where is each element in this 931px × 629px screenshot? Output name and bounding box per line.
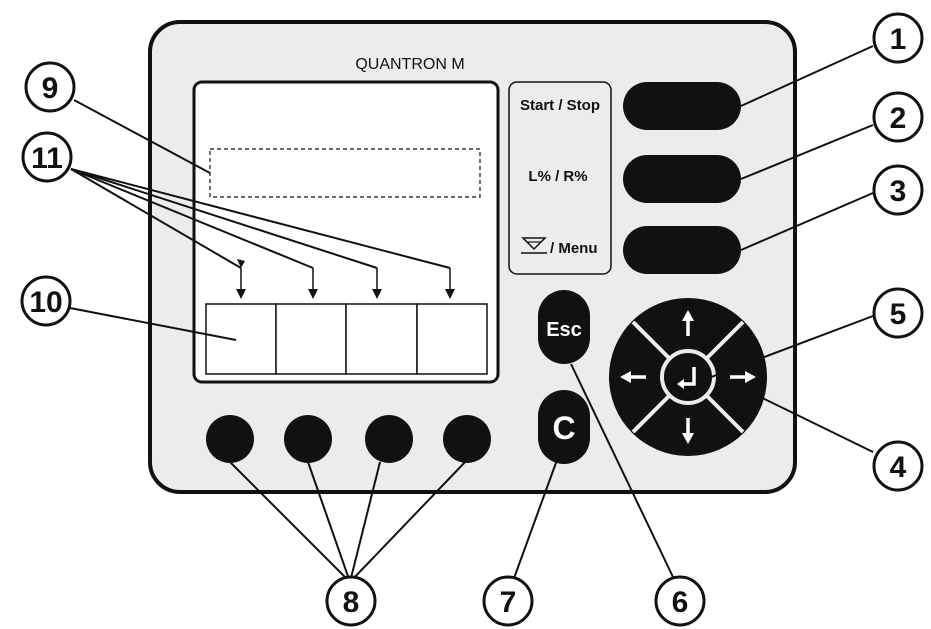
- softkey-3[interactable]: [365, 415, 413, 463]
- callout-2: 2: [872, 91, 924, 143]
- callout-6-label: 6: [672, 586, 689, 619]
- callout-4-label: 4: [890, 451, 907, 484]
- softkey-field-4: [416, 303, 488, 375]
- device-diagram: QUANTRON M Start / Stop L% / R% / Menu E…: [20, 12, 924, 627]
- softkey-field-1: [205, 303, 277, 375]
- start-stop-label: Start / Stop: [520, 97, 600, 114]
- softkey-field-3: [345, 303, 418, 375]
- callout-11-label: 11: [31, 142, 63, 175]
- callout-1-label: 1: [890, 23, 907, 56]
- softkey-1[interactable]: [206, 415, 254, 463]
- callout-6: 6: [654, 575, 706, 627]
- callout-1: 1: [872, 12, 924, 64]
- callout-9-label: 9: [42, 72, 59, 105]
- esc-key-label: Esc: [546, 319, 582, 341]
- menu-key[interactable]: [623, 226, 741, 274]
- softkey-2[interactable]: [284, 415, 332, 463]
- callout-5-label: 5: [890, 298, 907, 331]
- callout-10-label: 10: [29, 286, 62, 319]
- callout-8-label: 8: [343, 586, 360, 619]
- lr-percent-label: L% / R%: [528, 168, 587, 185]
- device-title: QUANTRON M: [355, 56, 464, 73]
- softkey-field-2: [275, 303, 347, 375]
- start-stop-key[interactable]: [623, 82, 741, 130]
- callout-8: 8: [325, 575, 377, 627]
- softkey-4[interactable]: [443, 415, 491, 463]
- menu-label: / Menu: [550, 240, 598, 257]
- callout-11: 11: [21, 131, 73, 183]
- callout-5: 5: [872, 287, 924, 339]
- callout-9: 9: [24, 61, 76, 113]
- callout-3-label: 3: [890, 175, 907, 208]
- lr-percent-key[interactable]: [623, 155, 741, 203]
- clear-key-label: C: [552, 410, 575, 446]
- callout-3: 3: [872, 164, 924, 216]
- callout-7-label: 7: [500, 586, 517, 619]
- callout-10: 10: [20, 275, 72, 327]
- enter-icon[interactable]: [660, 349, 716, 405]
- callout-2-label: 2: [890, 102, 907, 135]
- callout-7: 7: [482, 575, 534, 627]
- callout-4: 4: [872, 440, 924, 492]
